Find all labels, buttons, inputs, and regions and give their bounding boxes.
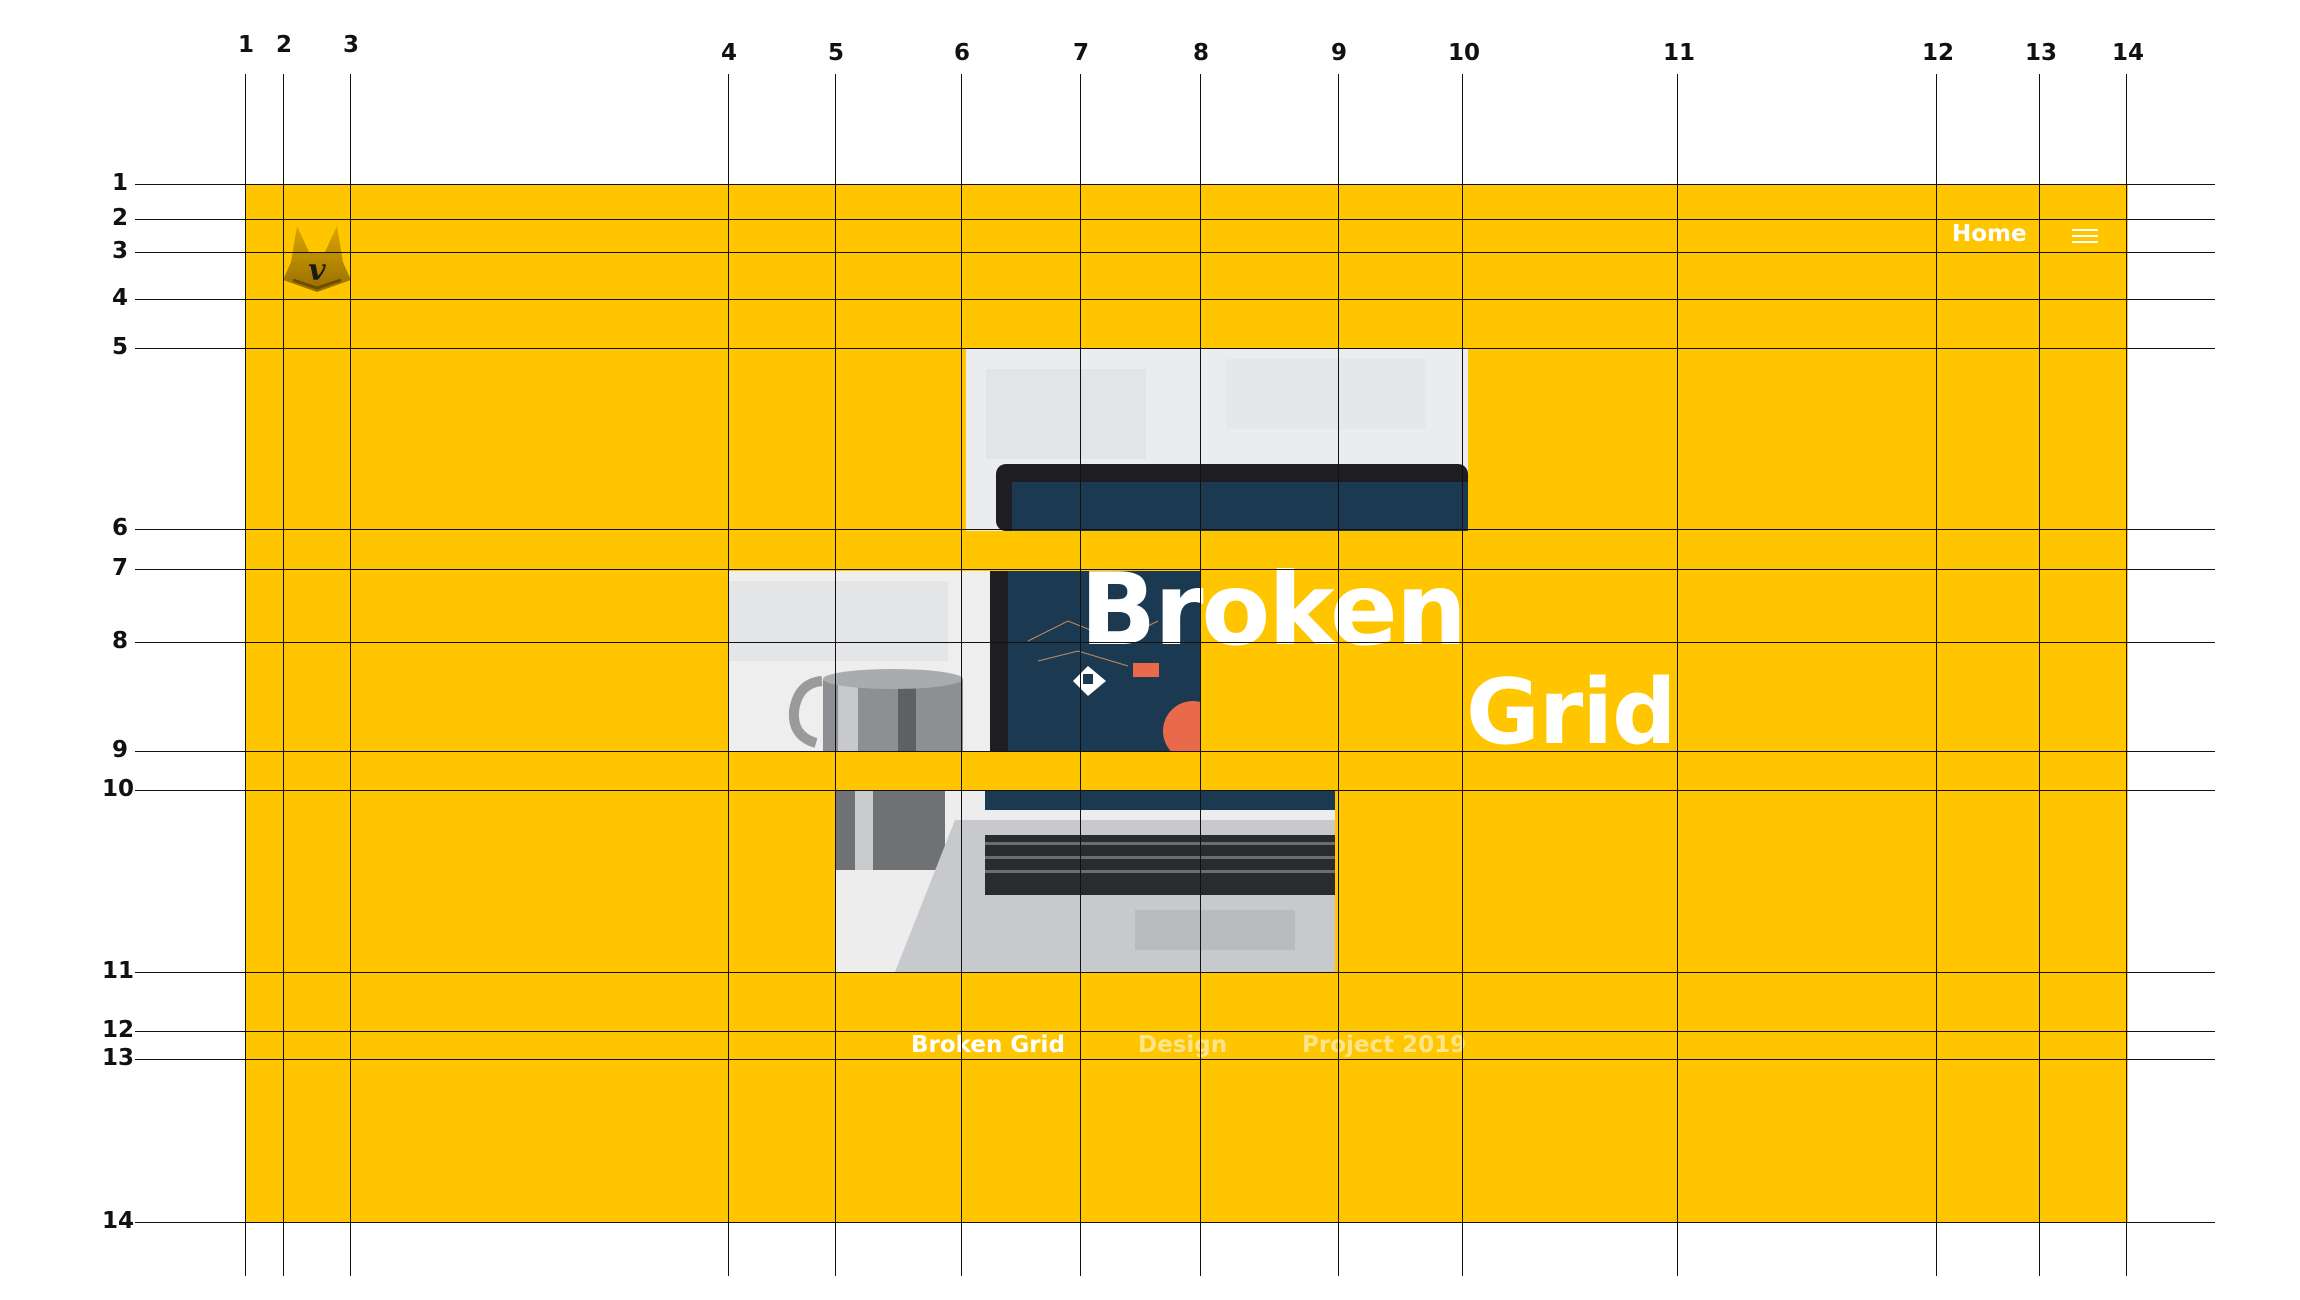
grid-guide-column: [350, 74, 351, 1276]
grid-column-label: 4: [721, 40, 738, 66]
grid-guide-row: [135, 972, 2215, 973]
grid-row-label: 10: [102, 776, 135, 802]
grid-guide-row: [135, 751, 2215, 752]
grid-column-label: 12: [1922, 40, 1955, 66]
grid-row-label: 11: [102, 958, 135, 984]
grid-guide-row: [135, 348, 2215, 349]
grid-guide-column: [2126, 74, 2127, 1276]
grid-row-label: 12: [102, 1017, 135, 1043]
grid-guide-column: [1338, 74, 1339, 1276]
grid-guide-column: [1462, 74, 1463, 1276]
grid-guide-row: [135, 529, 2215, 530]
grid-row-label: 9: [112, 737, 129, 763]
grid-row-label: 2: [112, 205, 129, 231]
grid-column-label: 14: [2112, 40, 2145, 66]
grid-guide-row: [135, 1059, 2215, 1060]
grid-column-label: 3: [343, 32, 360, 58]
photo-fragment-top: [966, 349, 1468, 531]
grid-guide-row: [135, 219, 2215, 220]
grid-guide-row: [135, 184, 2215, 185]
grid-guide-column: [245, 74, 246, 1276]
grid-guide-column: [835, 74, 836, 1276]
grid-column-label: 13: [2025, 40, 2058, 66]
grid-guide-column: [2039, 74, 2040, 1276]
grid-guide-row: [135, 569, 2215, 570]
grid-column-label: 9: [1331, 40, 1348, 66]
grid-row-label: 13: [102, 1045, 135, 1071]
grid-guide-column: [1677, 74, 1678, 1276]
grid-column-label: 7: [1073, 40, 1090, 66]
grid-row-label: 8: [112, 628, 129, 654]
grid-guide-column: [1200, 74, 1201, 1276]
hamburger-menu-icon[interactable]: [2072, 229, 2098, 245]
grid-column-label: 1: [238, 32, 255, 58]
grid-column-label: 5: [828, 40, 845, 66]
grid-column-label: 8: [1193, 40, 1210, 66]
grid-row-label: 3: [112, 238, 129, 264]
grid-guide-column: [728, 74, 729, 1276]
grid-row-label: 5: [112, 334, 129, 360]
grid-guide-column: [283, 74, 284, 1276]
grid-guide-row: [135, 299, 2215, 300]
grid-guide-column: [1080, 74, 1081, 1276]
hero-title-grid: Grid: [1466, 660, 1677, 765]
grid-row-label: 7: [112, 555, 129, 581]
grid-row-label: 14: [102, 1208, 135, 1234]
grid-guide-row: [135, 1031, 2215, 1032]
grid-column-label: 10: [1448, 40, 1481, 66]
grid-row-label: 1: [112, 170, 129, 196]
grid-row-label: 6: [112, 515, 129, 541]
broken-grid-layout: v Home Broken Grid Broken Grid Design Pr…: [0, 0, 2300, 1300]
grid-guide-row: [135, 1222, 2215, 1223]
caption-broken-grid[interactable]: Broken Grid: [911, 1032, 1065, 1058]
caption-project-2019[interactable]: Project 2019: [1302, 1032, 1466, 1058]
caption-design[interactable]: Design: [1138, 1032, 1227, 1058]
grid-guide-column: [961, 74, 962, 1276]
grid-row-label: 4: [112, 285, 129, 311]
grid-guide-column: [1936, 74, 1937, 1276]
svg-text:v: v: [308, 253, 326, 288]
grid-guide-row: [135, 642, 2215, 643]
grid-column-label: 11: [1663, 40, 1696, 66]
grid-guide-row: [135, 790, 2215, 791]
grid-column-label: 2: [276, 32, 293, 58]
grid-guide-row: [135, 252, 2215, 253]
nav-home-link[interactable]: Home: [1952, 221, 2027, 247]
logo-v-icon[interactable]: v: [283, 222, 351, 298]
photo-fragment-bottom: [835, 790, 1335, 972]
hero-title-broken: Broken: [1080, 551, 1467, 668]
grid-column-label: 6: [954, 40, 971, 66]
